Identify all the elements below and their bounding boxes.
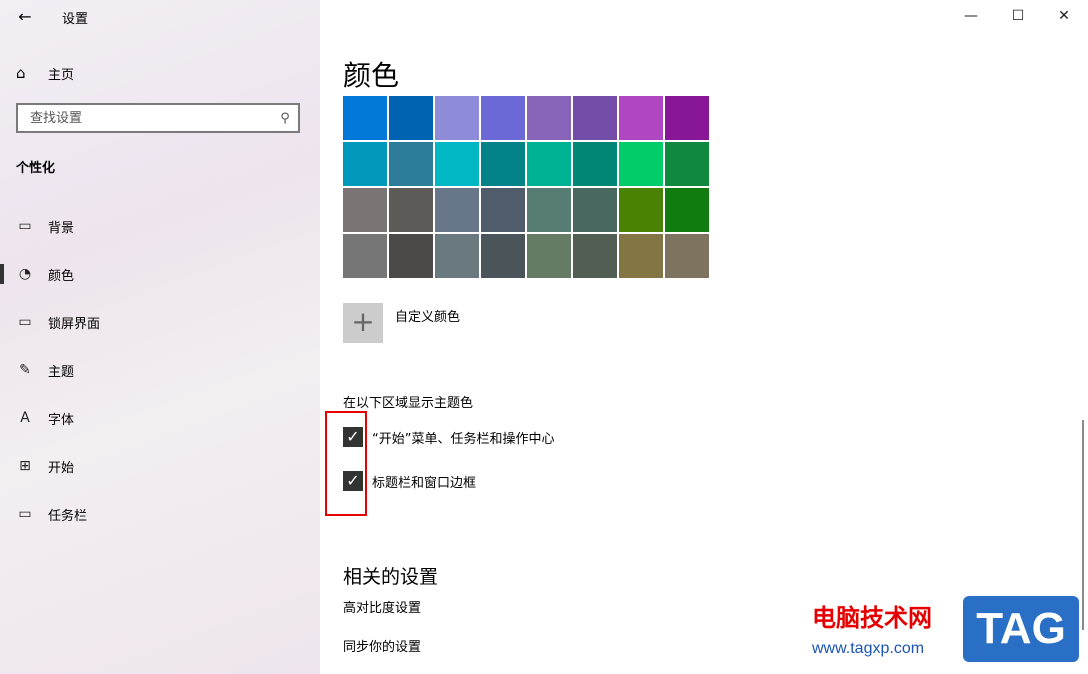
color-swatch[interactable] [527, 188, 571, 232]
color-swatch[interactable] [435, 234, 479, 278]
color-swatch[interactable] [389, 96, 433, 140]
color-swatch[interactable] [527, 142, 571, 186]
color-swatch[interactable] [435, 96, 479, 140]
search-input[interactable] [28, 109, 272, 127]
color-swatch[interactable] [435, 142, 479, 186]
color-swatch[interactable] [343, 142, 387, 186]
sidebar-item-3[interactable]: ✎ 主题 [0, 346, 320, 394]
color-swatch[interactable] [481, 96, 525, 140]
sidebar-item-5[interactable]: ⊞ 开始 [0, 442, 320, 490]
color-swatch[interactable] [573, 96, 617, 140]
red-annotation-box [325, 411, 367, 516]
sidebar-item-label: 锁屏界面 [48, 316, 101, 332]
accent-surfaces-heading: 在以下区域显示主题色 [343, 396, 474, 411]
sidebar-item-1[interactable]: ◔ 颜色 [0, 250, 320, 298]
checkbox-label: “开始”菜单、任务栏和操作中心 [372, 431, 555, 447]
back-arrow-icon[interactable]: ← [14, 6, 36, 28]
sidebar-item-label: 字体 [48, 412, 75, 428]
sidebar-item-label: 颜色 [48, 268, 75, 284]
color-swatch[interactable] [665, 188, 709, 232]
sidebar-item-label: 背景 [48, 220, 75, 236]
home-label: 主页 [48, 67, 75, 83]
sidebar-item-6[interactable]: ▭ 任务栏 [0, 490, 320, 538]
color-swatch[interactable] [573, 142, 617, 186]
sidebar: ← 设置 ⌂ 主页 ⚲ 个性化 ▭ 背景 ◔ 颜色 ▭ 锁屏界面 ✎ 主题 A 字体 ⊞ 开始 ▭ 任务栏 [0, 0, 320, 674]
color-swatch[interactable] [619, 234, 663, 278]
sidebar-item-label: 开始 [48, 460, 75, 476]
color-swatch[interactable] [343, 188, 387, 232]
sidebar-item-4[interactable]: A 字体 [0, 394, 320, 442]
sidebar-item-label: 主题 [48, 364, 75, 380]
color-swatch[interactable] [665, 142, 709, 186]
related-settings-heading: 相关的设置 [343, 566, 439, 588]
color-swatch[interactable] [573, 188, 617, 232]
minimize-button[interactable]: — [948, 0, 994, 32]
color-swatch[interactable] [665, 96, 709, 140]
taskbar-icon: ▭ [18, 506, 32, 522]
custom-color-button[interactable]: + 自定义颜色 [343, 303, 460, 343]
picture-icon: ▭ [18, 218, 32, 234]
page-title: 颜色 [343, 59, 400, 92]
checkbox-row-start-taskbar[interactable]: ✓ “开始”菜单、任务栏和操作中心 [343, 427, 554, 447]
color-swatch[interactable] [619, 96, 663, 140]
color-swatch[interactable] [619, 188, 663, 232]
color-swatch[interactable] [527, 234, 571, 278]
color-swatch[interactable] [435, 188, 479, 232]
scrollbar[interactable] [1082, 420, 1084, 630]
search-box[interactable]: ⚲ [16, 103, 300, 133]
search-icon[interactable]: ⚲ [272, 111, 298, 126]
color-swatch[interactable] [343, 234, 387, 278]
checkbox-label: 标题栏和窗口边框 [372, 475, 477, 491]
color-swatch[interactable] [573, 234, 617, 278]
high-contrast-link[interactable]: 高对比度设置 [343, 597, 421, 616]
sidebar-nav: ▭ 背景 ◔ 颜色 ▭ 锁屏界面 ✎ 主题 A 字体 ⊞ 开始 ▭ 任务栏 [0, 202, 320, 538]
color-swatch[interactable] [481, 142, 525, 186]
lock-screen-icon: ▭ [18, 314, 32, 330]
maximize-button[interactable]: ☐ [995, 0, 1041, 32]
color-swatch[interactable] [389, 188, 433, 232]
sync-settings-link[interactable]: 同步你的设置 [343, 636, 421, 655]
sidebar-item-2[interactable]: ▭ 锁屏界面 [0, 298, 320, 346]
custom-color-label: 自定义颜色 [395, 310, 461, 325]
color-swatch[interactable] [665, 234, 709, 278]
start-icon: ⊞ [19, 458, 31, 474]
home-nav-item[interactable]: ⌂ 主页 [16, 62, 74, 84]
plus-icon: + [343, 303, 383, 343]
color-swatch[interactable] [527, 96, 571, 140]
app-title: 设置 [62, 12, 89, 27]
watermark-logo: TAG [963, 596, 1079, 662]
close-button[interactable]: ✕ [1041, 0, 1087, 32]
palette-icon: ◔ [18, 266, 32, 282]
section-title: 个性化 [16, 161, 56, 176]
color-swatch[interactable] [619, 142, 663, 186]
watermark-site-name: 电脑技术网 [812, 604, 932, 632]
color-swatch[interactable] [343, 96, 387, 140]
color-swatch-grid [343, 96, 709, 278]
home-icon: ⌂ [16, 64, 26, 82]
color-swatch[interactable] [481, 188, 525, 232]
theme-icon: ✎ [19, 362, 31, 378]
sidebar-item-0[interactable]: ▭ 背景 [0, 202, 320, 250]
color-swatch[interactable] [481, 234, 525, 278]
sidebar-item-label: 任务栏 [48, 508, 88, 524]
font-icon: A [20, 410, 30, 426]
color-swatch[interactable] [389, 142, 433, 186]
color-swatch[interactable] [389, 234, 433, 278]
watermark-url: www.tagxp.com [812, 640, 925, 657]
